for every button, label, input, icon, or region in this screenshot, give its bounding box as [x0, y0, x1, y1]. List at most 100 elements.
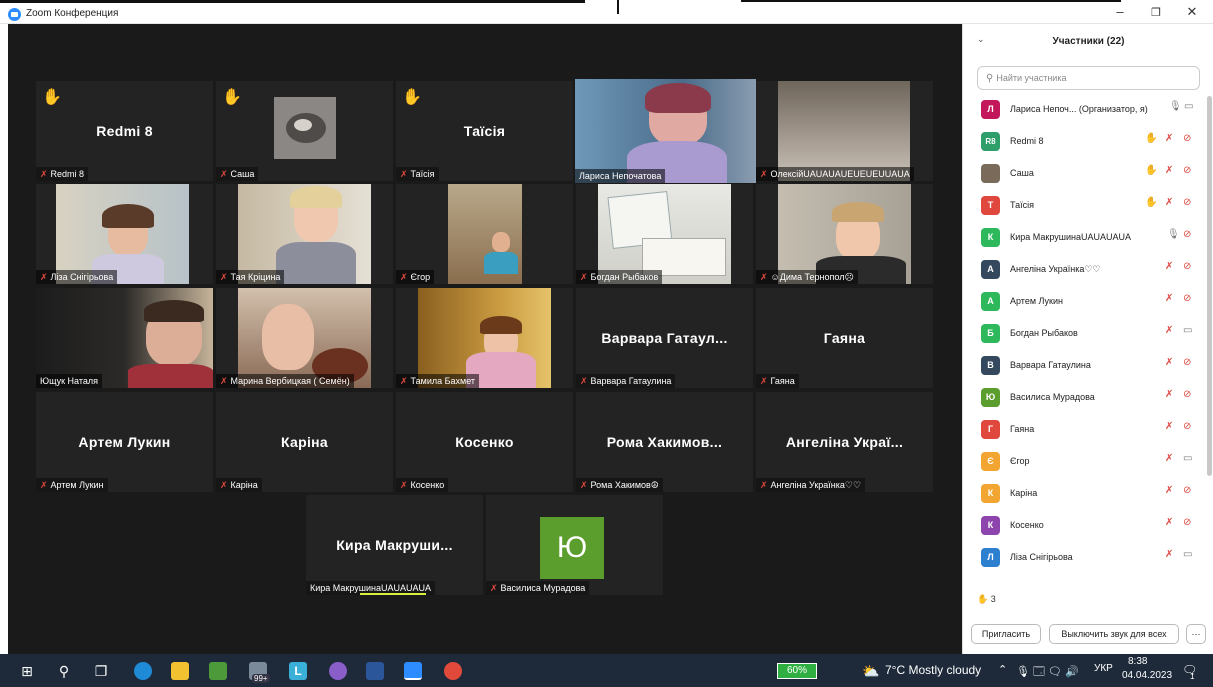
video-tile[interactable]: ✗ Тамила Бахмет	[396, 288, 573, 388]
mic-on-icon[interactable]: 🎙	[1167, 229, 1180, 240]
participant-row[interactable]: Ю Василиса Мурадова ✗ ⊘	[977, 382, 1203, 414]
video-tile[interactable]: Варвара Гатаул... ✗ Варвара Гатаулина	[576, 288, 753, 388]
participant-row[interactable]: Л Ліза Снігірьова ✗ ▭	[977, 542, 1203, 574]
participant-row[interactable]: А Ангеліна Українка♡♡ ✗ ⊘	[977, 254, 1203, 286]
participant-search-input[interactable]: ⚲ Найти участника	[977, 66, 1200, 90]
notification-count: 1	[1190, 672, 1195, 681]
video-off-icon[interactable]: ⊘	[1183, 357, 1191, 368]
participant-row[interactable]: А Артем Лукин ✗ ⊘	[977, 286, 1203, 318]
tile-name-label: ✗ Рома Хакимов☮	[576, 478, 663, 492]
video-tile[interactable]: ✋ Таїсія ✗ Таїсія	[396, 81, 573, 181]
video-tile[interactable]: ✗ Богдан Рыбаков	[576, 184, 753, 284]
participant-list-scrollbar[interactable]	[1207, 96, 1212, 476]
invite-button[interactable]: Пригласить	[971, 624, 1041, 644]
video-tile[interactable]: ✋ Redmi 8 ✗ Redmi 8	[36, 81, 213, 181]
mic-off-icon[interactable]: ✗	[1165, 421, 1173, 432]
tile-name-label: ✗ ОлексійUAUAUAUEUEUEUUAUA	[756, 167, 914, 181]
video-off-icon[interactable]: ⊘	[1183, 421, 1191, 432]
viber-icon[interactable]	[329, 662, 347, 680]
video-tile[interactable]: ✗ Ліза Снігірьова	[36, 184, 213, 284]
participant-row[interactable]: В Варвара Гатаулина ✗ ⊘	[977, 350, 1203, 382]
video-tile[interactable]: Ющук Наталя	[36, 288, 213, 388]
tray-chevron-icon[interactable]: ⌃	[998, 663, 1007, 676]
video-on-icon[interactable]: ▭	[1184, 101, 1193, 112]
mic-off-icon[interactable]: ✗	[1165, 549, 1173, 560]
tray-icons[interactable]: 🎙 🗔 🗨 🔊	[1016, 663, 1079, 682]
video-tile[interactable]: ✗ ☺Дима Тернопол☹	[756, 184, 933, 284]
mic-off-icon[interactable]: ✗	[1165, 165, 1173, 176]
video-off-icon[interactable]: ⊘	[1183, 293, 1191, 304]
file-explorer-icon[interactable]	[171, 662, 189, 680]
zoom-taskbar-icon[interactable]	[404, 662, 422, 680]
video-tile[interactable]: Рома Хакимов... ✗ Рома Хакимов☮	[576, 392, 753, 492]
mic-off-icon[interactable]: ✗	[1165, 485, 1173, 496]
mic-on-icon[interactable]: 🎙	[1169, 101, 1182, 112]
video-tile[interactable]: Косенко ✗ Косенко	[396, 392, 573, 492]
mic-off-icon[interactable]: ✗	[1165, 389, 1173, 400]
mic-off-icon[interactable]: ✗	[1165, 517, 1173, 528]
video-tile[interactable]: ✗ Єгор	[396, 184, 573, 284]
participant-row[interactable]: К Косенко ✗ ⊘	[977, 510, 1203, 542]
weather-text[interactable]: 7°C Mostly cloudy	[885, 663, 981, 677]
mic-off-icon[interactable]: ✗	[1165, 453, 1173, 464]
minimize-button[interactable]: –	[1105, 4, 1135, 19]
app-l-icon[interactable]: L	[289, 662, 307, 680]
clock-time[interactable]: 8:38	[1128, 656, 1147, 667]
raised-hand-icon: ✋	[1145, 133, 1158, 144]
participant-row[interactable]: Т Таїсія ✋ ✗ ⊘	[977, 190, 1203, 222]
chrome-icon[interactable]	[444, 662, 462, 680]
participant-row[interactable]: Б Богдан Рыбаков ✗ ▭	[977, 318, 1203, 350]
video-off-icon[interactable]: ⊘	[1183, 133, 1191, 144]
windows-start-icon[interactable]: ⊞	[18, 662, 36, 680]
video-off-icon[interactable]: ⊘	[1183, 165, 1191, 176]
participant-name: Єгор	[1010, 456, 1030, 466]
video-tile[interactable]: Артем Лукин ✗ Артем Лукин	[36, 392, 213, 492]
store-icon[interactable]	[209, 662, 227, 680]
close-button[interactable]: ✕	[1177, 4, 1207, 20]
edge-browser-icon[interactable]	[134, 662, 152, 680]
video-tile[interactable]: Кира Макруши... Кира МакрушинаUAUAUAUA	[306, 495, 483, 595]
video-off-icon[interactable]: ⊘	[1183, 389, 1191, 400]
participant-row[interactable]: Є Єгор ✗ ▭	[977, 446, 1203, 478]
mic-off-icon[interactable]: ✗	[1165, 293, 1173, 304]
maximize-button[interactable]: ❐	[1141, 6, 1171, 19]
mic-off-icon[interactable]: ✗	[1165, 357, 1173, 368]
video-tile[interactable]: ✗ Тая Кріцина	[216, 184, 393, 284]
video-off-icon[interactable]: ⊘	[1183, 517, 1191, 528]
video-tile[interactable]: ✗ Марина Вербицкая ( Семён)	[216, 288, 393, 388]
language-indicator[interactable]: УКР	[1094, 663, 1113, 674]
mic-off-icon[interactable]: ✗	[1165, 261, 1173, 272]
mic-off-icon[interactable]: ✗	[1165, 325, 1173, 336]
video-tile[interactable]: ✋ ✗ Саша	[216, 81, 393, 181]
participant-row[interactable]: К Кира МакрушинаUAUAUAUA 🎙 ⊘	[977, 222, 1203, 254]
video-on-icon[interactable]: ▭	[1183, 325, 1192, 336]
video-off-icon[interactable]: ⊘	[1183, 485, 1191, 496]
video-on-icon[interactable]: ▭	[1183, 453, 1192, 464]
battery-indicator[interactable]: 60%	[777, 663, 817, 679]
mute-all-button[interactable]: Выключить звук для всех	[1049, 624, 1179, 644]
participant-row[interactable]: Г Гаяна ✗ ⊘	[977, 414, 1203, 446]
tile-name-label: ✗ Каріна	[216, 478, 262, 492]
video-off-icon[interactable]: ⊘	[1183, 261, 1191, 272]
video-on-icon[interactable]: ▭	[1183, 549, 1192, 560]
more-options-button[interactable]: ···	[1186, 624, 1206, 644]
mic-off-icon[interactable]: ✗	[1165, 197, 1173, 208]
word-icon[interactable]	[366, 662, 384, 680]
video-tile[interactable]: Гаяна ✗ Гаяна	[756, 288, 933, 388]
video-tile[interactable]: Ю ✗ Василиса Мурадова	[486, 495, 663, 595]
video-off-icon[interactable]: ⊘	[1183, 229, 1191, 240]
video-tile[interactable]: ✗ ОлексійUAUAUAUEUEUEUUAUA	[756, 81, 933, 181]
video-tile[interactable]: Ангеліна Украї... ✗ Ангеліна Українка♡♡	[756, 392, 933, 492]
video-tile[interactable]: Каріна ✗ Каріна	[216, 392, 393, 492]
participant-row[interactable]: К Каріна ✗ ⊘	[977, 478, 1203, 510]
video-tile-active-speaker[interactable]: Лариса Непочатова	[575, 79, 756, 183]
participant-row[interactable]: Л Лариса Непоч... (Организатор, я) 🎙 ▭	[977, 94, 1203, 126]
clock-date[interactable]: 04.04.2023	[1122, 670, 1172, 681]
video-off-icon[interactable]: ⊘	[1183, 197, 1191, 208]
task-view-icon[interactable]: ❐	[92, 662, 110, 680]
search-icon[interactable]: ⚲	[55, 662, 73, 680]
tile-name-label: Лариса Непочатова	[575, 169, 666, 183]
mic-off-icon[interactable]: ✗	[1165, 133, 1173, 144]
participant-row[interactable]: R8 Redmi 8 ✋ ✗ ⊘	[977, 126, 1203, 158]
participant-row[interactable]: Саша ✋ ✗ ⊘	[977, 158, 1203, 190]
